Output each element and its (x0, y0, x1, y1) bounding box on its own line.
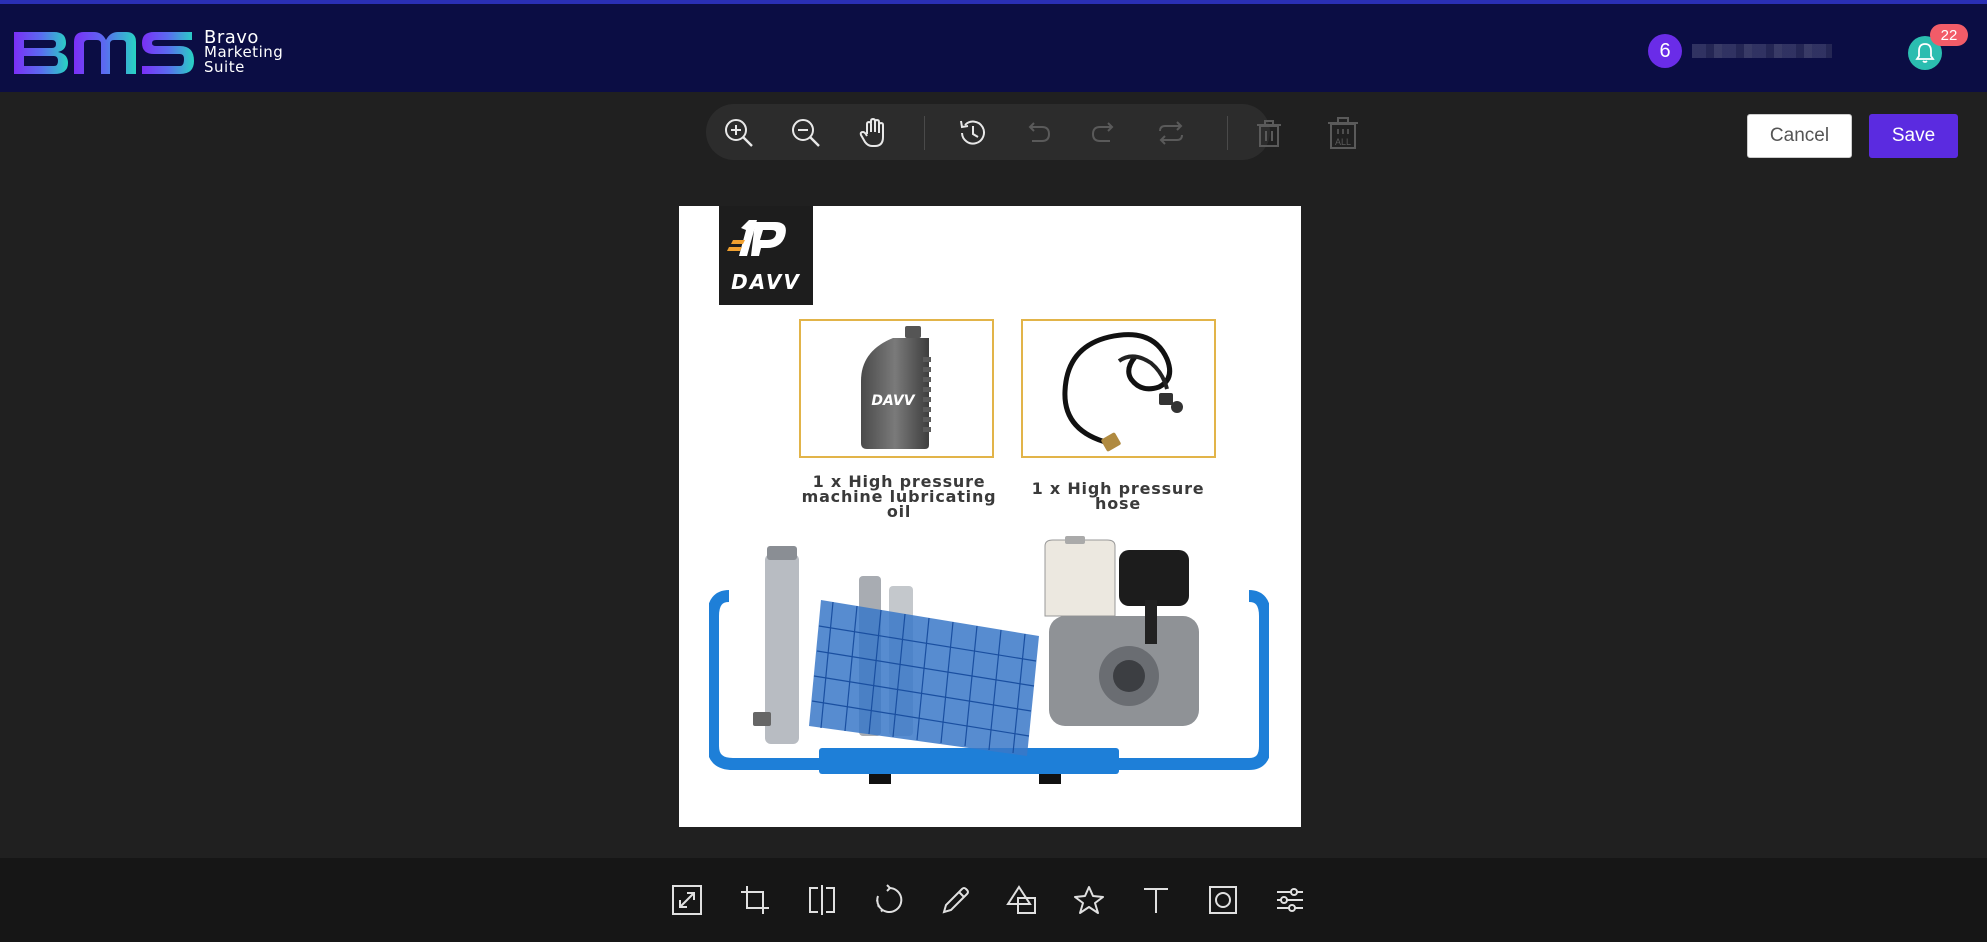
filter-tool-button[interactable] (1268, 878, 1312, 922)
history-icon (960, 120, 985, 145)
text-tool-button[interactable] (1134, 878, 1178, 922)
resize-icon (672, 885, 702, 915)
draw-icon (942, 887, 969, 914)
editor-top-toolbar (706, 104, 1281, 160)
flip-tool-button[interactable] (800, 878, 844, 922)
oil-bottle-image: DAVV (861, 326, 931, 449)
undo-button[interactable] (1017, 112, 1059, 154)
toolbar-divider (924, 116, 925, 150)
filter-icon (1277, 888, 1303, 912)
draw-tool-button[interactable] (934, 878, 978, 922)
hand-pan-icon (859, 118, 884, 147)
davv-logo-mark (727, 220, 786, 256)
oil-caption: 1 x High pressure machine lubricating oi… (789, 474, 1009, 521)
bottle-brand-label: DAVV (871, 393, 915, 409)
shape-icon (1006, 885, 1036, 914)
flip-icon (809, 885, 835, 915)
app-header: Bravo Marketing Suite 6 22 (0, 0, 1987, 92)
redo-button[interactable] (1083, 112, 1125, 154)
brand-name: Bravo Marketing Suite (204, 28, 283, 76)
rotate-icon (876, 884, 903, 913)
redo-icon (1091, 122, 1114, 142)
mask-icon (1209, 886, 1237, 914)
user-name-blurred (1692, 44, 1832, 58)
delete-all-label: ALL (1335, 137, 1351, 147)
editor-canvas-image[interactable]: DAVV DAVV 1 x High pressure machine lubr… (679, 206, 1301, 827)
toolbar-divider (1227, 116, 1228, 150)
star-icon (1074, 886, 1104, 914)
davv-logo: DAVV (719, 206, 813, 305)
mask-tool-button[interactable] (1201, 878, 1245, 922)
oil-bottle-frame: DAVV (799, 319, 994, 458)
oil-caption-line2: machine lubricating oil (801, 487, 997, 521)
compressor-image (709, 536, 1269, 784)
reset-icon (1159, 121, 1183, 145)
delete-all-button[interactable]: ALL (1322, 112, 1364, 154)
hose-frame (1021, 319, 1216, 458)
crop-tool-button[interactable] (733, 878, 777, 922)
bell-icon (1915, 43, 1935, 63)
reset-button[interactable] (1150, 112, 1192, 154)
user-menu[interactable]: 6 (1648, 34, 1832, 68)
delete-icon (1257, 120, 1281, 147)
zoom-in-icon (725, 119, 753, 147)
rotate-tool-button[interactable] (867, 878, 911, 922)
cancel-button[interactable]: Cancel (1747, 114, 1852, 158)
shape-tool-button[interactable] (1000, 878, 1044, 922)
hose-image (1062, 332, 1183, 452)
zoom-out-icon (792, 119, 820, 147)
delete-all-icon: ALL (1328, 117, 1358, 149)
resize-tool-button[interactable] (665, 878, 709, 922)
crop-icon (741, 886, 769, 914)
notification-count-badge: 22 (1930, 24, 1968, 46)
avatar[interactable]: 6 (1648, 34, 1682, 68)
pan-button[interactable] (852, 112, 894, 154)
text-icon (1144, 888, 1168, 913)
undo-icon (1028, 122, 1051, 142)
editor-bottom-toolbar (0, 858, 1987, 942)
bms-logo[interactable]: Bravo Marketing Suite (10, 26, 283, 78)
bms-logo-mark (14, 32, 194, 74)
brand-name-line3: Suite (204, 57, 245, 76)
zoom-in-button[interactable] (718, 112, 760, 154)
history-button[interactable] (951, 112, 993, 154)
icon-tool-button[interactable] (1067, 878, 1111, 922)
save-button[interactable]: Save (1869, 114, 1958, 158)
zoom-out-button[interactable] (785, 112, 827, 154)
davv-brand-text: DAVV (731, 270, 801, 294)
delete-button[interactable] (1248, 112, 1290, 154)
hose-caption: 1 x High pressure hose (1031, 479, 1205, 513)
